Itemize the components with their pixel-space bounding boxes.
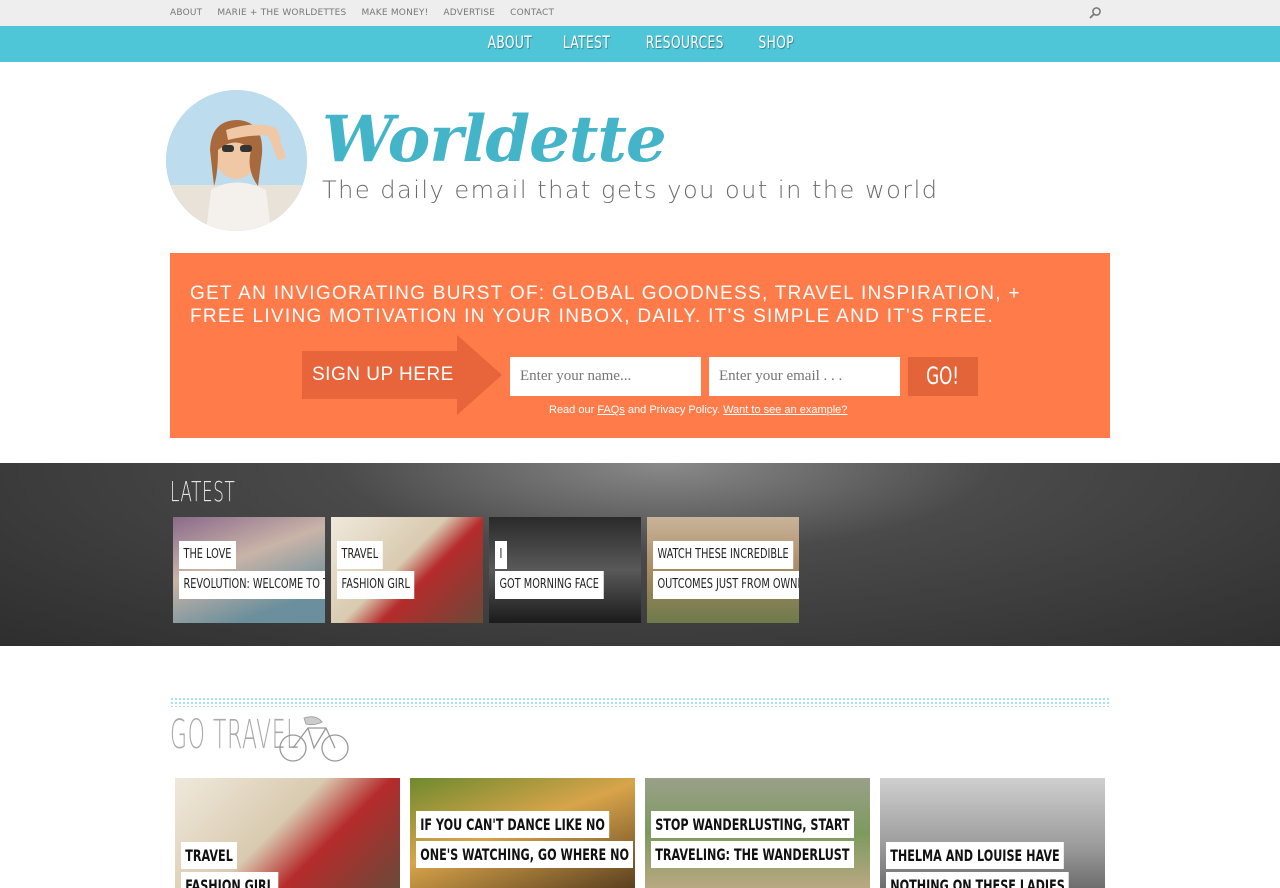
go-button-label: GO! [926, 362, 960, 390]
travel-card-2-line2: ONE'S WATCHING, GO WHERE NO [416, 841, 634, 868]
section-divider [170, 697, 1110, 707]
travel-card-1-line2: FASHION GIRL [181, 872, 278, 888]
signup-headline: GET AN INVIGORATING BURST OF: GLOBAL GOO… [190, 282, 1090, 328]
travel-card-3[interactable]: STOP WANDERLUSTING, START TRAVELING: THE… [645, 778, 870, 888]
latest-item-3-line2: GOT MORNING FACE [495, 571, 604, 599]
latest-item-2-line2: FASHION GIRL [337, 571, 415, 599]
travel-card-2[interactable]: IF YOU CAN'T DANCE LIKE NO ONE'S WATCHIN… [410, 778, 635, 888]
travel-card-1-line1: TRAVEL [181, 842, 238, 869]
signup-headline-line1: GET AN INVIGORATING BURST OF: GLOBAL GOO… [190, 283, 1021, 304]
nav-resources[interactable]: RESOURCES [646, 33, 724, 53]
travel-card-1[interactable]: TRAVEL FASHION GIRL [175, 778, 400, 888]
travel-card-4-line1: THELMA AND LOUISE HAVE [886, 842, 1064, 869]
tagline: The daily email that gets you out in the… [322, 176, 939, 204]
nav-about[interactable]: ABOUT [487, 33, 532, 53]
avatar [166, 90, 307, 231]
name-field[interactable] [510, 357, 701, 396]
top-link-about[interactable]: ABOUT [170, 8, 202, 18]
nav-latest[interactable]: LATEST [563, 33, 610, 53]
travel-card-3-line2: TRAVELING: THE WANDERLUST [651, 841, 854, 868]
latest-section: LATEST THE LOVE REVOLUTION: WELCOME TO T… [0, 463, 1280, 646]
latest-title: LATEST [170, 475, 236, 508]
note-middle: and Privacy Policy. [627, 404, 721, 416]
travel-card-3-line1: STOP WANDERLUSTING, START [651, 811, 854, 838]
signup-headline-line2: FREE LIVING MOTIVATION IN YOUR INBOX, DA… [190, 306, 995, 327]
top-links: ABOUT MARIE + THE WORLDETTES MAKE MONEY!… [170, 8, 554, 18]
top-link-advertise[interactable]: ADVERTISE [443, 8, 495, 18]
latest-item-4-line1: WATCH THESE INCREDIBLE [653, 541, 794, 569]
latest-item-2[interactable]: TRAVEL FASHION GIRL [331, 517, 483, 623]
latest-item-3-line1: I [495, 541, 507, 569]
travel-card-4[interactable]: THELMA AND LOUISE HAVE NOTHING ON THESE … [880, 778, 1105, 888]
signup-arrow: SIGN UP HERE [302, 335, 502, 415]
latest-item-1[interactable]: THE LOVE REVOLUTION: WELCOME TO THE NEW [173, 517, 325, 623]
top-utility-bar: ABOUT MARIE + THE WORLDETTES MAKE MONEY!… [0, 0, 1280, 26]
latest-item-1-line2: REVOLUTION: WELCOME TO THE NEW [179, 571, 325, 599]
latest-item-2-line1: TRAVEL [337, 541, 383, 569]
search-icon[interactable] [1087, 5, 1103, 21]
latest-item-4-line2: OUTCOMES JUST FROM OWNING [653, 571, 799, 599]
latest-item-1-line1: THE LOVE [179, 541, 236, 569]
travel-card-2-line1: IF YOU CAN'T DANCE LIKE NO [416, 811, 610, 838]
example-link[interactable]: Want to see an example? [723, 404, 847, 416]
travel-card-4-line2: NOTHING ON THESE LADIES [886, 872, 1070, 888]
brand-logo: Worldette [322, 102, 667, 177]
signup-arrow-label: SIGN UP HERE [312, 364, 454, 385]
top-link-make-money[interactable]: MAKE MONEY! [361, 8, 428, 18]
main-nav: ABOUT LATEST RESOURCES SHOP [0, 26, 1280, 62]
latest-item-4[interactable]: WATCH THESE INCREDIBLE OUTCOMES JUST FRO… [647, 517, 799, 623]
go-button[interactable]: GO! [908, 357, 978, 396]
signup-box: GET AN INVIGORATING BURST OF: GLOBAL GOO… [170, 253, 1110, 438]
latest-item-3[interactable]: I GOT MORNING FACE [489, 517, 641, 623]
note-prefix: Read our [549, 404, 595, 416]
top-link-contact[interactable]: CONTACT [510, 8, 554, 18]
nav-shop[interactable]: SHOP [758, 33, 794, 53]
faqs-link[interactable]: FAQs [597, 404, 625, 416]
site-header[interactable]: Worldette The daily email that gets you … [166, 90, 996, 235]
signup-note: Read our FAQs and Privacy Policy. Want t… [549, 404, 847, 416]
top-link-marie[interactable]: MARIE + THE WORLDETTES [217, 8, 346, 18]
email-field[interactable] [709, 357, 900, 396]
bicycle-icon [279, 716, 349, 762]
